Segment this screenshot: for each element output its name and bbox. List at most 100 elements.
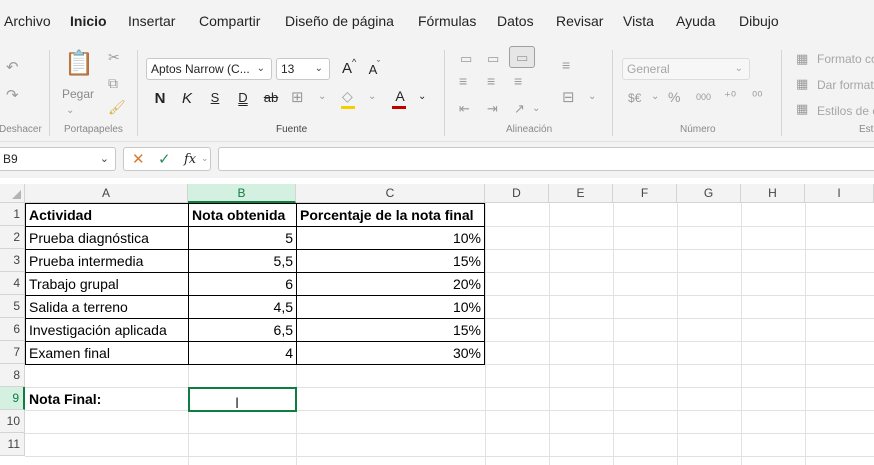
cell-c2[interactable]: 10% [297, 227, 484, 249]
strikethrough-button[interactable]: ab [262, 90, 280, 105]
paste-icon[interactable]: 📋 [64, 52, 94, 76]
conditional-format-button[interactable]: Formato co [817, 52, 874, 66]
cell-b4[interactable]: 6 [189, 273, 296, 295]
formula-input[interactable] [218, 147, 874, 171]
cell-b5[interactable]: 4,5 [189, 296, 296, 318]
cut-icon[interactable]: ✂ [108, 50, 120, 64]
cell-c6[interactable]: 15% [297, 319, 484, 341]
insert-function-button[interactable]: fx [184, 153, 196, 166]
font-size-select[interactable]: 13 ⌄ [276, 58, 330, 80]
format-as-table-button[interactable]: Dar format [817, 78, 874, 92]
chevron-down-icon[interactable]: ⌄ [368, 92, 376, 102]
row-header-1[interactable]: 1 [0, 203, 25, 226]
column-header-e[interactable]: E [549, 184, 613, 203]
number-format-select[interactable]: General ⌄ [622, 58, 750, 80]
cell-a2[interactable]: Prueba diagnóstica [26, 227, 188, 249]
column-header-i[interactable]: I [805, 184, 874, 203]
orientation-icon[interactable]: ↗ [514, 102, 525, 115]
row-header-8[interactable]: 8 [0, 364, 25, 387]
menu-revisar[interactable]: Revisar [556, 13, 603, 29]
cell-a1[interactable]: Actividad [26, 204, 188, 226]
row-header-4[interactable]: 4 [0, 272, 25, 295]
cell-b1[interactable]: Nota obtenida [189, 204, 296, 226]
decrease-indent-icon[interactable]: ⇤ [459, 102, 470, 115]
row-header-11[interactable]: 11 [0, 433, 25, 456]
font-color-button[interactable]: A [391, 88, 409, 104]
italic-button[interactable]: K [178, 90, 196, 107]
chevron-down-icon[interactable]: ⌄ [418, 92, 426, 102]
row-header-2[interactable]: 2 [0, 226, 25, 249]
chevron-down-icon[interactable]: ⌄ [651, 92, 659, 102]
paste-dropdown-chevron-icon[interactable]: ⌄ [66, 106, 74, 116]
thousands-separator-button[interactable]: 000 [696, 93, 711, 102]
column-header-c[interactable]: C [296, 184, 485, 203]
cell-b7[interactable]: 4 [189, 342, 296, 364]
percent-icon[interactable]: % [668, 90, 680, 104]
cell-a6[interactable]: Investigación aplicada [26, 319, 188, 341]
cell-c5[interactable]: 10% [297, 296, 484, 318]
chevron-down-icon[interactable]: ⌄ [201, 154, 209, 163]
select-all-corner[interactable] [0, 184, 25, 203]
column-header-a[interactable]: A [25, 184, 188, 203]
cell-b3[interactable]: 5,5 [189, 250, 296, 272]
align-top-icon[interactable]: ▭ [460, 52, 472, 65]
menu-formulas[interactable]: Fórmulas [418, 13, 476, 29]
borders-icon[interactable]: ⊞ [291, 90, 304, 105]
decrease-decimal-icon[interactable]: ⁰⁰ [752, 90, 762, 103]
double-underline-button[interactable]: D [234, 90, 252, 105]
cell-c7[interactable]: 30% [297, 342, 484, 364]
menu-datos[interactable]: Datos [497, 13, 534, 29]
row-header-3[interactable]: 3 [0, 249, 25, 272]
cell-c1[interactable]: Porcentaje de la nota final [297, 204, 484, 226]
menu-compartir[interactable]: Compartir [199, 13, 260, 29]
format-painter-icon[interactable]: 🖌 [108, 100, 126, 114]
menu-vista[interactable]: Vista [623, 13, 654, 29]
merge-center-icon[interactable]: ⊟ [562, 90, 575, 105]
active-cell-b9[interactable] [188, 387, 297, 412]
format-as-table-icon[interactable]: ▦ [796, 77, 808, 90]
menu-dibujo[interactable]: Dibujo [739, 13, 779, 29]
row-header-7[interactable]: 7 [0, 341, 25, 364]
align-middle-icon[interactable]: ▭ [487, 52, 499, 65]
column-header-g[interactable]: G [677, 184, 741, 203]
cancel-x-icon[interactable]: ✕ [132, 152, 145, 167]
name-box[interactable]: B9 ⌄ [0, 147, 116, 171]
undo-icon[interactable]: ↶ [6, 60, 19, 75]
cell-b2[interactable]: 5 [189, 227, 296, 249]
cell-b6[interactable]: 6,5 [189, 319, 296, 341]
column-header-h[interactable]: H [741, 184, 805, 203]
fill-color-icon[interactable]: ◇ [342, 89, 353, 103]
conditional-format-icon[interactable]: ▦ [796, 52, 808, 65]
align-bottom-button[interactable]: ▭ [509, 46, 535, 68]
align-left-icon[interactable]: ≡ [459, 74, 467, 88]
cell-styles-icon[interactable]: ▦ [796, 102, 808, 115]
enter-check-icon[interactable]: ✓ [158, 152, 171, 167]
row-header-6[interactable]: 6 [0, 318, 25, 341]
increase-indent-icon[interactable]: ⇥ [487, 102, 498, 115]
cell-c4[interactable]: 20% [297, 273, 484, 295]
row-header-10[interactable]: 10 [0, 410, 25, 433]
row-header-9[interactable]: 9 [0, 387, 25, 410]
cell-a9[interactable]: Nota Final: [26, 388, 188, 410]
column-header-b[interactable]: B [188, 184, 296, 203]
copy-icon[interactable]: ⧉ [108, 76, 118, 90]
chevron-down-icon[interactable]: ⌄ [588, 92, 596, 102]
cell-a5[interactable]: Salida a terreno [26, 296, 188, 318]
column-header-f[interactable]: F [613, 184, 677, 203]
cell-a7[interactable]: Examen final [26, 342, 188, 364]
chevron-down-icon[interactable]: ⌄ [532, 104, 540, 114]
increase-decimal-icon[interactable]: ⁺⁰ [724, 90, 736, 103]
bold-button[interactable]: N [151, 90, 169, 107]
row-header-5[interactable]: 5 [0, 295, 25, 318]
column-header-d[interactable]: D [485, 184, 549, 203]
menu-ayuda[interactable]: Ayuda [676, 13, 715, 29]
underline-button[interactable]: S [206, 90, 224, 105]
wrap-text-icon[interactable]: ≡ [562, 58, 570, 72]
currency-icon[interactable]: $€ [628, 92, 641, 104]
paste-label[interactable]: Pegar [62, 88, 94, 100]
menu-diseno-pagina[interactable]: Diseño de página [285, 13, 394, 29]
cell-a3[interactable]: Prueba intermedia [26, 250, 188, 272]
cell-c3[interactable]: 15% [297, 250, 484, 272]
menu-archivo[interactable]: Archivo [4, 13, 51, 29]
menu-insertar[interactable]: Insertar [128, 13, 175, 29]
